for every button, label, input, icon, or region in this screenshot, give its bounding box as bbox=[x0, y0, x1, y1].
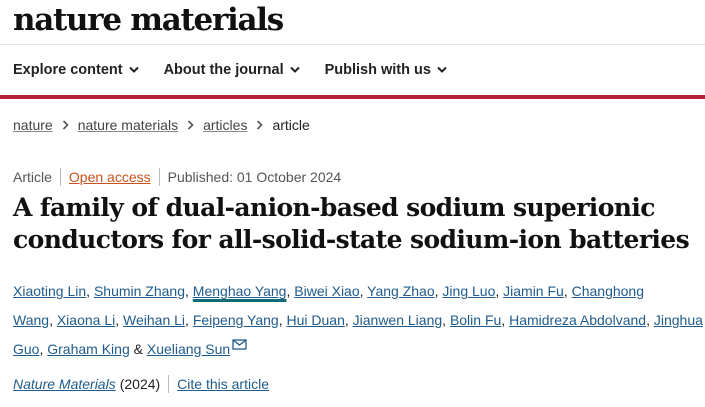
author-link[interactable]: Weihan Li bbox=[123, 312, 185, 328]
citation-divider bbox=[168, 375, 170, 393]
breadcrumb-nature-materials[interactable]: nature materials bbox=[78, 117, 178, 133]
author-list: Xiaoting Lin, Shumin Zhang, Menghao Yang… bbox=[13, 277, 705, 364]
open-access-link[interactable]: Open access bbox=[69, 169, 151, 185]
nav-explore-content[interactable]: Explore content bbox=[13, 62, 139, 78]
author-separator: , bbox=[344, 312, 353, 328]
author-link[interactable]: Xiaona Li bbox=[57, 312, 115, 328]
author-link[interactable]: Xueliang Sun bbox=[147, 341, 230, 357]
meta-divider bbox=[59, 168, 61, 186]
author-link[interactable]: Hui Duan bbox=[286, 312, 344, 328]
article-meta: Article Open access Published: 01 Octobe… bbox=[13, 168, 341, 186]
author-separator: , bbox=[115, 312, 124, 328]
article-type: Article bbox=[13, 169, 52, 185]
author-link[interactable]: Graham King bbox=[47, 341, 129, 357]
author-separator: , bbox=[646, 312, 654, 328]
author-link[interactable]: Feipeng Yang bbox=[193, 312, 279, 328]
main-nav: Explore content About the journal Publis… bbox=[13, 62, 447, 78]
publication-year: (2024) bbox=[119, 376, 161, 392]
author-separator: & bbox=[129, 341, 147, 357]
author-separator: , bbox=[442, 312, 450, 328]
author-separator: , bbox=[49, 312, 57, 328]
author-link[interactable]: Shumin Zhang bbox=[94, 283, 185, 299]
author-link[interactable]: Jianwen Liang bbox=[353, 312, 443, 328]
header-divider bbox=[0, 44, 705, 45]
envelope-icon[interactable] bbox=[232, 339, 247, 350]
author-link[interactable]: Bolin Fu bbox=[450, 312, 501, 328]
site-logo[interactable]: nature materials bbox=[13, 2, 284, 38]
chevron-right-icon bbox=[62, 120, 69, 130]
author-link[interactable]: Biwei Xiao bbox=[294, 283, 359, 299]
chevron-down-icon bbox=[437, 66, 447, 73]
author-separator: , bbox=[495, 283, 504, 299]
author-separator: , bbox=[563, 283, 572, 299]
author-separator: , bbox=[185, 312, 193, 328]
published-date: Published: 01 October 2024 bbox=[167, 169, 342, 185]
brand-bar bbox=[0, 95, 705, 99]
chevron-right-icon bbox=[188, 120, 194, 130]
author-link[interactable]: Xiaoting Lin bbox=[13, 283, 86, 299]
breadcrumb-nature[interactable]: nature bbox=[13, 117, 53, 133]
breadcrumb-current: article bbox=[272, 117, 310, 133]
nav-about-journal[interactable]: About the journal bbox=[164, 62, 300, 78]
author-link[interactable]: Yang Zhao bbox=[367, 283, 434, 299]
author-separator: , bbox=[86, 283, 94, 299]
author-separator: , bbox=[185, 283, 193, 299]
chevron-down-icon bbox=[289, 66, 300, 73]
nav-item-label: Explore content bbox=[13, 62, 123, 78]
author-link[interactable]: Jiamin Fu bbox=[503, 283, 564, 299]
nav-item-label: Publish with us bbox=[324, 62, 431, 78]
chevron-right-icon bbox=[257, 120, 264, 130]
author-link[interactable]: Hamidreza Abdolvand bbox=[509, 312, 646, 328]
author-link[interactable]: Jing Luo bbox=[442, 283, 495, 299]
nav-item-label: About the journal bbox=[163, 62, 284, 78]
breadcrumb: nature nature materials articles article bbox=[13, 117, 310, 133]
chevron-down-icon bbox=[128, 66, 139, 73]
author-link[interactable]: Menghao Yang bbox=[193, 283, 287, 299]
breadcrumb-articles[interactable]: articles bbox=[203, 117, 247, 133]
journal-link[interactable]: Nature Materials bbox=[13, 376, 116, 392]
highlighted-author-name: Menghao Yang bbox=[192, 283, 287, 299]
meta-divider bbox=[158, 168, 160, 186]
article-title: A family of dual-anion-based sodium supe… bbox=[13, 193, 690, 254]
cite-this-article-link[interactable]: Cite this article bbox=[177, 376, 269, 392]
author-separator: , bbox=[501, 312, 510, 328]
nav-publish-with-us[interactable]: Publish with us bbox=[325, 62, 447, 78]
citation-row: Nature Materials (2024) Cite this articl… bbox=[13, 375, 269, 393]
